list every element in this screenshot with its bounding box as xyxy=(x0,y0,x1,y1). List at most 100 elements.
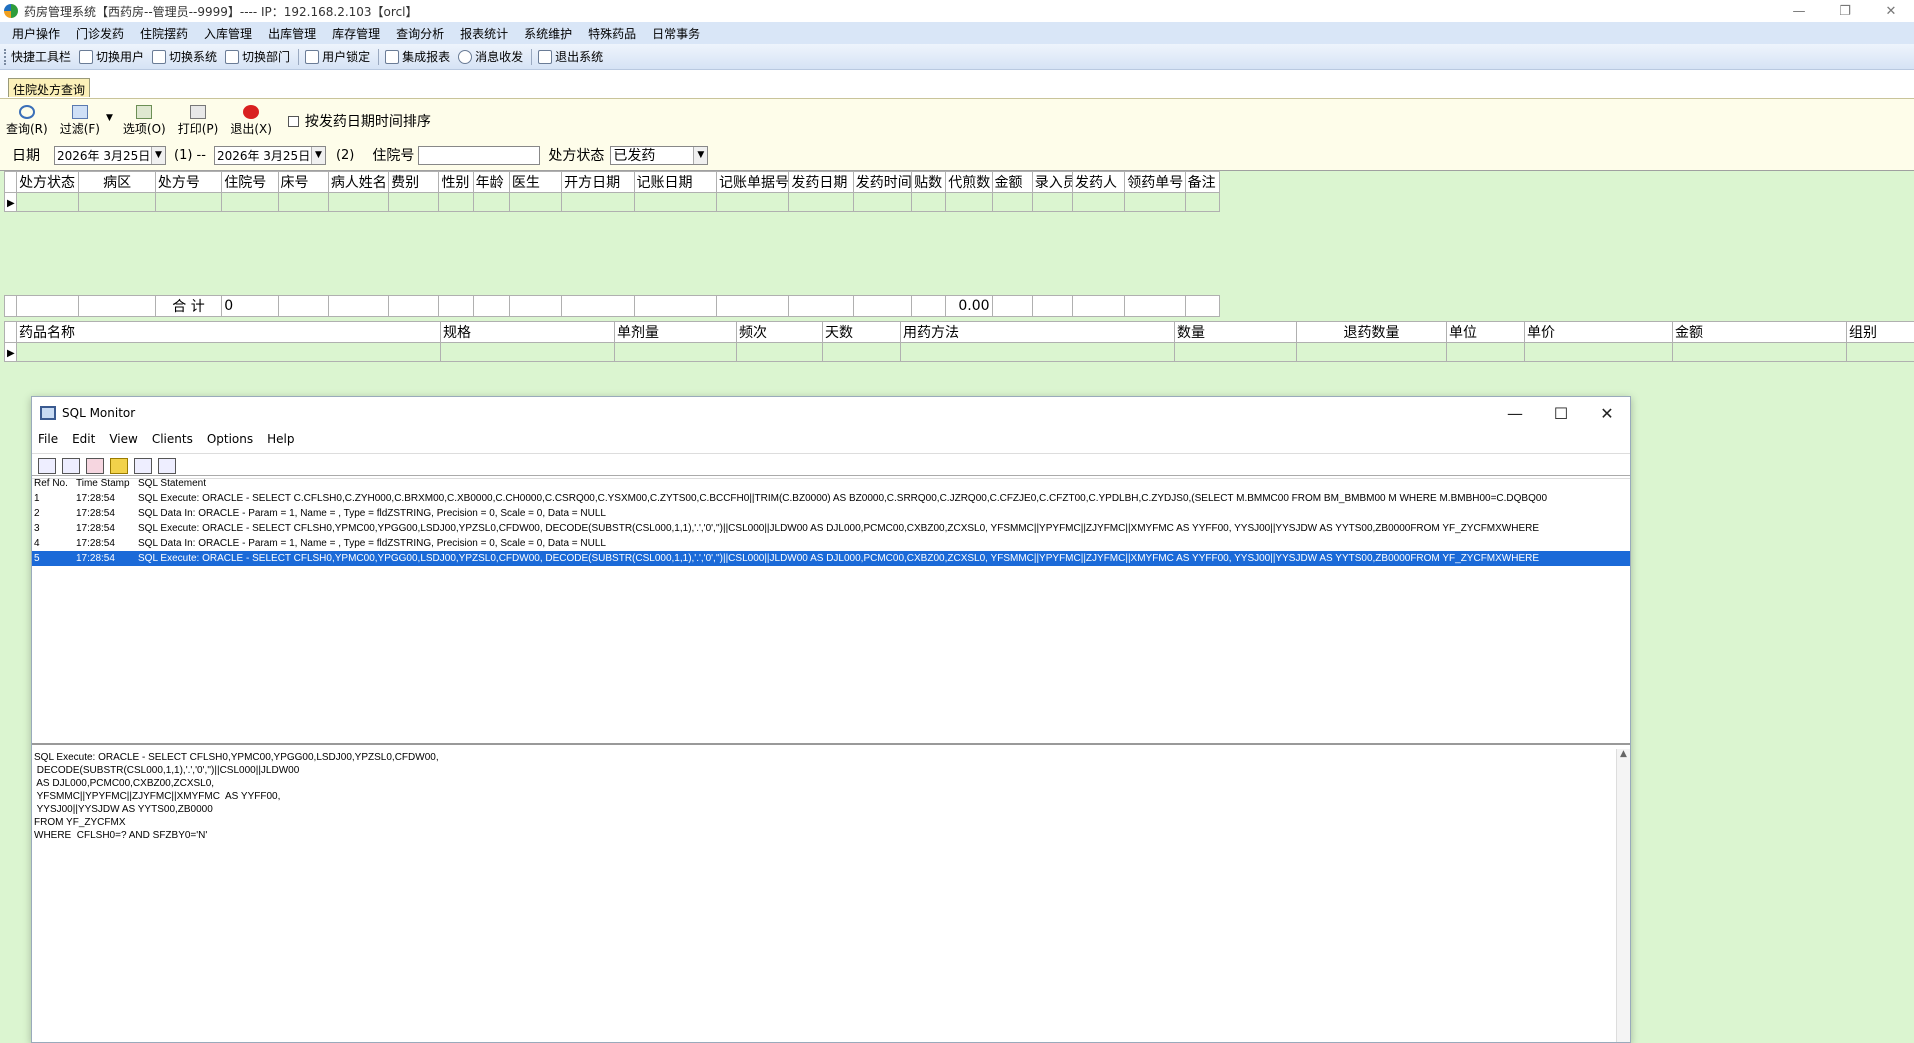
col-header[interactable]: 频次 xyxy=(736,321,823,343)
col-header[interactable]: 处方号 xyxy=(154,171,223,193)
col-header[interactable]: 金额 xyxy=(991,171,1033,193)
switch-dept-button[interactable]: 切换部门 xyxy=(225,48,290,65)
exit-system-button[interactable]: 退出系统 xyxy=(538,48,603,65)
menu-inventory[interactable]: 库存管理 xyxy=(324,25,388,42)
sql-monitor-title-bar[interactable]: SQL Monitor — ☐ ✕ xyxy=(32,397,1630,429)
tab-inpatient-prescription-query[interactable]: 住院处方查询 xyxy=(8,78,90,97)
maximize-button[interactable]: ☐ xyxy=(1538,397,1584,429)
options-button[interactable]: 选项(O) xyxy=(123,105,166,137)
minimize-button[interactable]: — xyxy=(1776,0,1822,22)
user-lock-button[interactable]: 用户锁定 xyxy=(305,48,370,65)
col-header[interactable]: 单剂量 xyxy=(614,321,737,343)
date-to-picker[interactable]: 2026年 3月25日 ▼ xyxy=(213,145,326,165)
report-button[interactable]: 集成报表 xyxy=(385,48,450,65)
menu-stock-out[interactable]: 出库管理 xyxy=(260,25,324,42)
quick-toolbar-label[interactable]: 快捷工具栏 xyxy=(11,48,71,65)
windows-icon[interactable] xyxy=(134,458,152,474)
date-from-picker[interactable]: 2026年 3月25日 ▼ xyxy=(54,145,166,165)
minimize-button[interactable]: — xyxy=(1492,397,1538,429)
menu-daily[interactable]: 日常事务 xyxy=(644,25,708,42)
col-header[interactable]: 床号 xyxy=(277,171,329,193)
menu-edit[interactable]: Edit xyxy=(72,432,95,446)
trace-options-icon[interactable] xyxy=(158,458,176,474)
col-header[interactable]: 单价 xyxy=(1524,321,1673,343)
col-header[interactable]: 病区 xyxy=(78,171,156,193)
exit-button[interactable]: 退出(X) xyxy=(230,105,272,137)
menu-outpatient[interactable]: 门诊发药 xyxy=(68,25,132,42)
col-header[interactable]: 性别 xyxy=(438,171,474,193)
list-item[interactable]: 1 17:28:54 SQL Execute: ORACLE - SELECT C.… xyxy=(32,491,1630,506)
query-button[interactable]: 查询(R) xyxy=(6,105,48,137)
col-header[interactable]: 药品名称 xyxy=(16,321,441,343)
menu-options[interactable]: Options xyxy=(207,432,253,446)
message-button[interactable]: 消息收发 xyxy=(458,48,523,65)
col-header[interactable]: 用药方法 xyxy=(900,321,1175,343)
col-header[interactable]: 处方状态 xyxy=(16,171,80,193)
table-row[interactable]: ▶ xyxy=(4,342,1914,362)
col-header[interactable]: 开方日期 xyxy=(561,171,635,193)
menu-help[interactable]: Help xyxy=(267,432,294,446)
menu-view[interactable]: View xyxy=(109,432,137,446)
detail-scrollbar[interactable]: ▲ xyxy=(1616,749,1630,1042)
status-select[interactable]: 已发药 ▼ xyxy=(610,145,709,165)
menu-clients[interactable]: Clients xyxy=(152,432,193,446)
col-header[interactable]: 金额 xyxy=(1672,321,1847,343)
col-header[interactable]: 备注 xyxy=(1184,171,1221,193)
col-header[interactable]: 规格 xyxy=(440,321,615,343)
list-item[interactable]: 4 17:28:54 SQL Data In: ORACLE - Param = 1… xyxy=(32,536,1630,551)
scroll-up-icon[interactable]: ▲ xyxy=(1620,749,1627,759)
menu-special-drugs[interactable]: 特殊药品 xyxy=(580,25,644,42)
col-header[interactable]: 费别 xyxy=(388,171,440,193)
col-header[interactable]: 病人姓名 xyxy=(327,171,390,193)
save-log-icon[interactable] xyxy=(38,458,56,474)
list-item[interactable]: 2 17:28:54 SQL Data In: ORACLE - Param = 1… xyxy=(32,506,1630,521)
maximize-button[interactable]: ❐ xyxy=(1822,0,1868,22)
clear-icon[interactable] xyxy=(86,458,104,474)
table-row[interactable]: ▶ xyxy=(3,192,1221,212)
menu-inpatient[interactable]: 住院摆药 xyxy=(132,25,196,42)
col-header-time[interactable]: Time Stamp xyxy=(76,478,138,489)
filter-dropdown-arrow[interactable]: ▼ xyxy=(106,113,113,123)
inpatient-no-input[interactable] xyxy=(418,145,541,165)
pause-icon[interactable] xyxy=(110,458,128,474)
col-header[interactable]: 组别 xyxy=(1846,321,1914,343)
col-header[interactable]: 单位 xyxy=(1446,321,1525,343)
menu-reports[interactable]: 报表统计 xyxy=(452,25,516,42)
menu-query[interactable]: 查询分析 xyxy=(388,25,452,42)
checkbox[interactable] xyxy=(287,115,299,127)
sort-by-dispense-date-checkbox[interactable]: 按发药日期时间排序 xyxy=(287,111,431,131)
col-header[interactable]: 记账日期 xyxy=(633,171,718,193)
menu-file[interactable]: File xyxy=(38,432,58,446)
menu-stock-in[interactable]: 入库管理 xyxy=(196,25,260,42)
col-header[interactable]: 数量 xyxy=(1174,321,1297,343)
col-header[interactable]: 退药数量 xyxy=(1296,321,1447,343)
col-header[interactable]: 录入员 xyxy=(1031,171,1073,193)
date-to-marker: (2) xyxy=(335,147,355,163)
col-header[interactable]: 代煎数 xyxy=(945,171,993,193)
toolbar-grip[interactable] xyxy=(4,48,7,65)
filter-button[interactable]: 过滤(F) xyxy=(60,105,100,137)
switch-system-button[interactable]: 切换系统 xyxy=(152,48,217,65)
col-header-sql[interactable]: SQL Statement xyxy=(138,478,1630,489)
col-header[interactable]: 年龄 xyxy=(472,171,510,193)
col-header[interactable]: 领药单号 xyxy=(1124,171,1186,193)
copy-icon[interactable] xyxy=(62,458,80,474)
menu-user-ops[interactable]: 用户操作 xyxy=(4,25,68,42)
print-button[interactable]: 打印(P) xyxy=(178,105,218,137)
col-header[interactable]: 发药人 xyxy=(1071,171,1126,193)
col-header-ref[interactable]: Ref No. xyxy=(32,478,76,489)
col-header[interactable]: 记账单据号 xyxy=(715,171,790,193)
sql-detail-text[interactable]: SQL Execute: ORACLE - SELECT CFLSH0,YPMC… xyxy=(32,749,1630,1042)
menu-system[interactable]: 系统维护 xyxy=(516,25,580,42)
col-header[interactable]: 发药时间 xyxy=(852,171,913,193)
col-header[interactable]: 天数 xyxy=(822,321,901,343)
list-item[interactable]: 3 17:28:54 SQL Execute: ORACLE - SELECT CF… xyxy=(32,521,1630,536)
col-header[interactable]: 贴数 xyxy=(911,171,947,193)
col-header[interactable]: 发药日期 xyxy=(788,171,854,193)
close-button[interactable]: ✕ xyxy=(1584,397,1630,429)
close-button[interactable]: ✕ xyxy=(1868,0,1914,22)
switch-user-button[interactable]: 切换用户 xyxy=(79,48,144,65)
col-header[interactable]: 医生 xyxy=(508,171,563,193)
list-item-selected[interactable]: 5 17:28:54 SQL Execute: ORACLE - SELECT CF… xyxy=(32,551,1630,566)
col-header[interactable]: 住院号 xyxy=(221,171,279,193)
